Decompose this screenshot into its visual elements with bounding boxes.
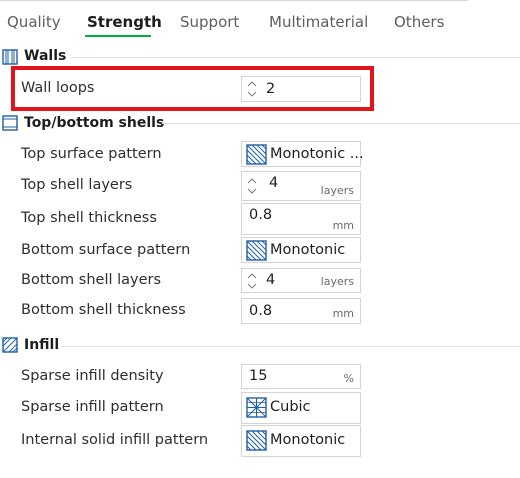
sparse-infill-pattern-label: Sparse infill pattern: [21, 399, 164, 415]
unit-label: mm: [332, 307, 354, 320]
bottom-shell-thickness-value: 0.8: [249, 303, 273, 319]
spinner-icon[interactable]: [246, 271, 258, 291]
tab-bar-border: [0, 0, 468, 1]
section-title-walls: Walls: [24, 48, 67, 64]
bottom-surface-pattern-select[interactable]: Monotonic: [241, 237, 361, 263]
section-divider: [62, 346, 520, 347]
bottom-surface-pattern-value: Monotonic: [270, 242, 346, 258]
sparse-infill-density-value: 15: [249, 368, 268, 384]
internal-solid-infill-pattern-select[interactable]: Monotonic: [241, 425, 361, 457]
tab-others[interactable]: Others: [394, 13, 444, 31]
monotonic-pattern-icon: [246, 240, 267, 261]
section-divider: [162, 123, 520, 124]
active-tab-indicator: [85, 35, 151, 37]
section-title-top-bottom-shells: Top/bottom shells: [24, 115, 165, 131]
internal-solid-infill-pattern-value: Monotonic: [270, 432, 346, 448]
top-shell-thickness-value: 0.8: [249, 207, 273, 223]
sparse-infill-pattern-select[interactable]: Cubic: [241, 392, 361, 424]
infill-icon: [2, 337, 18, 353]
top-shell-layers-label: Top shell layers: [21, 177, 133, 193]
highlight-box: [11, 66, 374, 111]
bottom-shell-layers-label: Bottom shell layers: [21, 272, 162, 288]
spinner-icon[interactable]: [246, 176, 258, 196]
bottom-shell-thickness-label: Bottom shell thickness: [21, 302, 186, 318]
section-title-infill: Infill: [24, 337, 60, 353]
top-shell-thickness-input[interactable]: 0.8 mm: [241, 203, 361, 235]
internal-solid-infill-pattern-label: Internal solid infill pattern: [21, 432, 209, 448]
tab-strength[interactable]: Strength: [87, 13, 162, 31]
monotonic-pattern-icon: [246, 430, 267, 451]
bottom-shell-layers-value: 4: [266, 272, 276, 288]
bottom-shell-layers-input[interactable]: 4 layers: [241, 268, 361, 293]
sparse-infill-pattern-value: Cubic: [270, 399, 311, 415]
unit-label: %: [343, 372, 354, 385]
top-surface-pattern-value: Monotonic ...: [270, 146, 364, 162]
bottom-shell-thickness-input[interactable]: 0.8 mm: [241, 298, 361, 324]
monotonic-pattern-icon: [246, 144, 267, 165]
section-divider: [70, 57, 520, 58]
unit-label: layers: [320, 184, 354, 197]
top-shell-layers-input[interactable]: 4 layers: [241, 171, 361, 201]
top-shell-layers-value: 4: [269, 175, 279, 191]
top-shell-thickness-label: Top shell thickness: [21, 210, 157, 226]
unit-label: layers: [320, 275, 354, 288]
top-surface-pattern-label: Top surface pattern: [21, 146, 162, 162]
cubic-pattern-icon: [246, 397, 267, 418]
tab-support[interactable]: Support: [180, 13, 239, 31]
top-surface-pattern-select[interactable]: Monotonic ...: [241, 141, 364, 167]
bottom-surface-pattern-label: Bottom surface pattern: [21, 242, 191, 258]
shells-icon: [2, 115, 18, 131]
unit-label: mm: [332, 219, 354, 232]
tab-quality[interactable]: Quality: [7, 13, 61, 31]
sparse-infill-density-label: Sparse infill density: [21, 368, 164, 384]
walls-icon: [2, 49, 18, 65]
tab-multimaterial[interactable]: Multimaterial: [269, 13, 368, 31]
sparse-infill-density-input[interactable]: 15 %: [241, 364, 361, 389]
tab-bar: Quality Strength Support Multimaterial O…: [0, 0, 520, 38]
